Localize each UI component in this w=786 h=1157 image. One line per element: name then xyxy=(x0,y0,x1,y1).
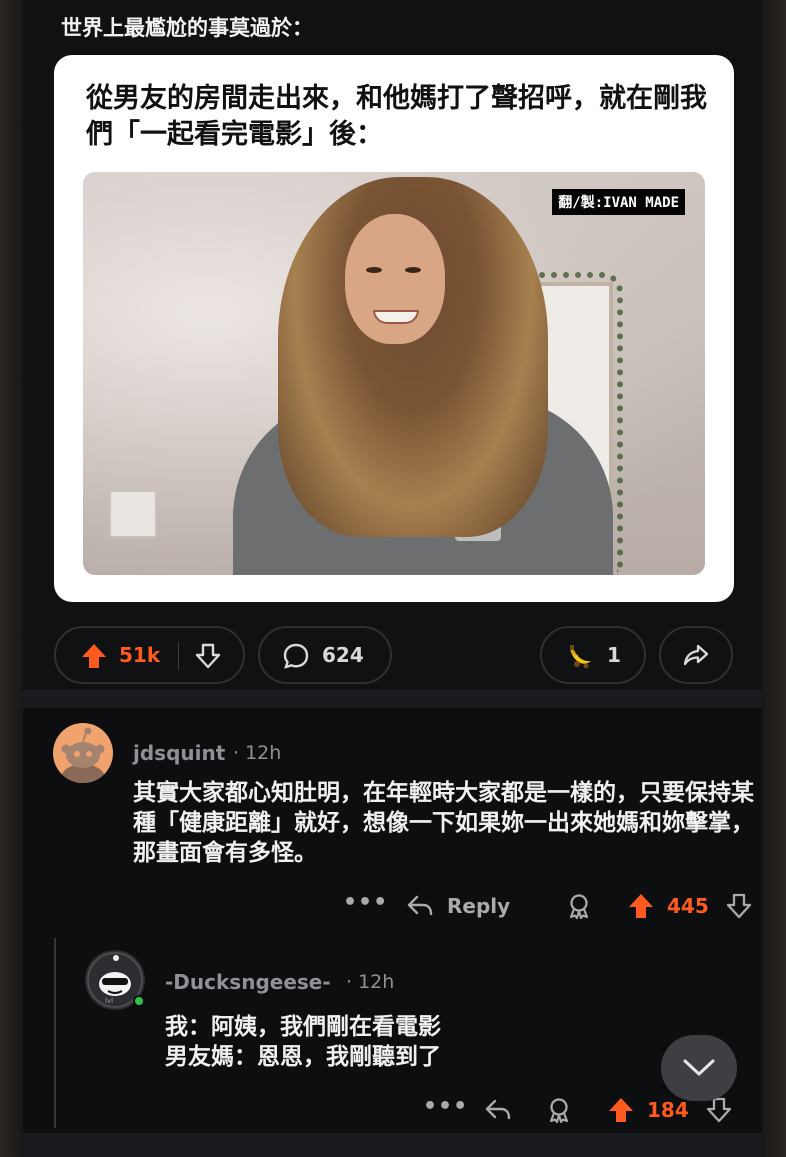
watermark: 翻/製:IVAN MADE xyxy=(552,189,685,215)
comment-line: 我：阿姨，我們剛在看電影 xyxy=(165,1014,441,1040)
photo-light-switch xyxy=(109,490,157,538)
comment: jdsquint · 12h 其實大家都心知肚明，在年輕時大家都是一樣的，只要保… xyxy=(23,708,762,940)
upvote-icon[interactable] xyxy=(80,642,108,670)
downvote-icon[interactable] xyxy=(194,642,222,670)
comments-button[interactable]: 624 xyxy=(258,626,392,684)
award-button[interactable]: 1 xyxy=(540,626,646,684)
comment-actions: ••• Reply 445 xyxy=(343,886,752,926)
more-options-button[interactable]: ••• xyxy=(423,1094,468,1119)
meme-caption: 從男友的房間走出來，和他媽打了聲招呼，就在剛我們「一起看完電影」後： xyxy=(86,83,707,150)
post: 世界上最尷尬的事莫過於： 從男友的房間走出來，和他媽打了聲招呼，就在剛我們「一起… xyxy=(23,0,762,690)
reply-icon[interactable] xyxy=(483,1096,513,1124)
online-status-dot xyxy=(133,995,145,1007)
comment-count: 624 xyxy=(322,643,364,667)
comment-icon xyxy=(283,643,309,669)
bottom-bar xyxy=(23,1133,762,1157)
snoo-avatar-icon xyxy=(61,727,105,783)
comment: lvl -Ducksngeese- · 12h 我：阿姨，我們剛在看電影 男友媽… xyxy=(23,940,762,1140)
avatar[interactable] xyxy=(53,723,113,783)
upvote-count: 51k xyxy=(119,643,161,667)
banana-award-icon xyxy=(570,645,591,669)
scroll-down-button[interactable] xyxy=(661,1035,737,1101)
comment-username[interactable]: jdsquint xyxy=(133,741,225,765)
reply-icon[interactable] xyxy=(405,892,435,920)
photo-face xyxy=(345,214,445,344)
upvote-icon[interactable] xyxy=(627,892,655,920)
award-icon[interactable] xyxy=(545,1096,573,1124)
share-icon xyxy=(683,644,709,666)
more-options-button[interactable]: ••• xyxy=(343,890,388,915)
comment-body: 其實大家都心知肚明，在年輕時大家都是一樣的，只要保持某種「健康距離」就好，想像一… xyxy=(133,780,754,866)
comment-score: 445 xyxy=(667,894,709,918)
reply-button[interactable]: Reply xyxy=(447,894,510,918)
svg-text:lvl: lvl xyxy=(105,997,113,1005)
post-title: 世界上最尷尬的事莫過於： xyxy=(61,16,313,40)
post-separator xyxy=(23,690,762,708)
meme-image[interactable]: 從男友的房間走出來，和他媽打了聲招呼，就在剛我們「一起看完電影」後： 翻/製:I… xyxy=(54,55,734,602)
chevron-down-icon xyxy=(683,1059,715,1076)
meme-photo: 翻/製:IVAN MADE xyxy=(83,172,705,575)
comment-body: 我：阿姨，我們剛在看電影 男友媽：恩恩，我剛聽到了 xyxy=(165,1012,685,1072)
feed: 世界上最尷尬的事莫過於： 從男友的房間走出來，和他媽打了聲招呼，就在剛我們「一起… xyxy=(23,0,762,1157)
vote-pill: 51k xyxy=(54,626,245,684)
downvote-icon[interactable] xyxy=(725,892,753,920)
photo-eye xyxy=(405,267,421,273)
divider xyxy=(178,642,179,670)
comment-timestamp: · 12h xyxy=(233,742,282,764)
upvote-icon[interactable] xyxy=(607,1096,635,1124)
comment-username[interactable]: -Ducksngeese- xyxy=(165,970,331,994)
comment-score: 184 xyxy=(647,1098,689,1122)
right-backdrop xyxy=(762,0,786,1157)
comment-timestamp: · 12h xyxy=(346,971,395,993)
photo-eye xyxy=(366,267,382,273)
award-icon[interactable] xyxy=(565,892,593,920)
share-button[interactable] xyxy=(659,626,733,684)
comment-line: 男友媽：恩恩，我剛聽到了 xyxy=(165,1044,441,1070)
award-count: 1 xyxy=(607,643,621,667)
left-backdrop xyxy=(0,0,23,1157)
photo-smile xyxy=(373,310,419,324)
